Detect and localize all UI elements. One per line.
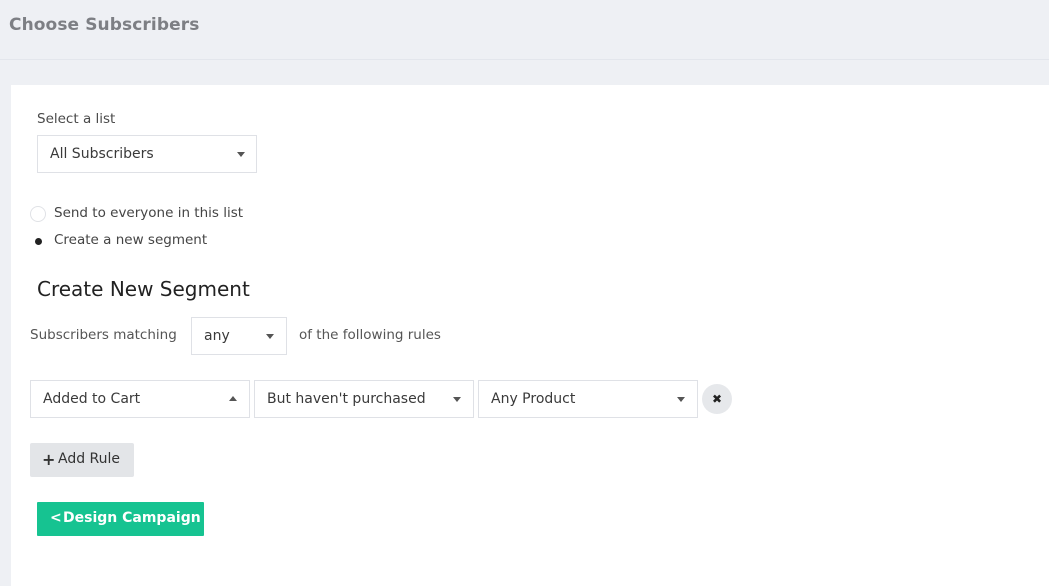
- chevron-down-icon: [677, 397, 685, 402]
- plus-icon: +: [42, 450, 56, 469]
- matching-prefix: Subscribers matching: [30, 327, 177, 343]
- radio-create-segment-label: Create a new segment: [54, 232, 208, 248]
- page-header: Choose Subscribers: [0, 0, 1049, 60]
- list-select[interactable]: All Subscribers: [37, 135, 257, 173]
- rule-condition-value: But haven't purchased: [267, 391, 426, 407]
- segment-title: Create New Segment: [37, 277, 250, 301]
- add-rule-button[interactable]: + Add Rule: [30, 443, 134, 477]
- rule-product-select[interactable]: Any Product: [478, 380, 698, 418]
- design-campaign-label: Design Campaign: [63, 510, 201, 526]
- rule-event-value: Added to Cart: [43, 391, 141, 407]
- matching-select[interactable]: any: [191, 317, 287, 355]
- main-panel: Select a list All Subscribers Send to ev…: [11, 85, 1049, 586]
- chevron-down-icon: [237, 152, 245, 157]
- list-select-value: All Subscribers: [50, 146, 154, 162]
- chevron-up-icon: [229, 396, 237, 401]
- remove-rule-button[interactable]: ✖: [702, 384, 732, 414]
- design-campaign-button[interactable]: < Design Campaign: [37, 502, 204, 536]
- chevron-down-icon: [453, 397, 461, 402]
- rule-product-value: Any Product: [491, 391, 576, 407]
- rule-event-select[interactable]: Added to Cart: [30, 380, 250, 418]
- radio-send-everyone-label: Send to everyone in this list: [54, 205, 244, 221]
- radio-button[interactable]: [30, 206, 46, 222]
- radio-button-selected[interactable]: [30, 233, 46, 249]
- matching-suffix: of the following rules: [299, 327, 441, 343]
- chevron-down-icon: [266, 334, 274, 339]
- rule-condition-select[interactable]: But haven't purchased: [254, 380, 474, 418]
- radio-create-segment[interactable]: Create a new segment: [30, 232, 240, 252]
- radio-send-everyone[interactable]: Send to everyone in this list: [30, 205, 270, 225]
- matching-select-value: any: [204, 328, 230, 344]
- close-icon: ✖: [711, 392, 723, 406]
- add-rule-label: Add Rule: [58, 451, 121, 467]
- chevron-left-icon: <: [50, 510, 62, 526]
- select-list-label: Select a list: [37, 111, 116, 127]
- page-title: Choose Subscribers: [9, 15, 200, 35]
